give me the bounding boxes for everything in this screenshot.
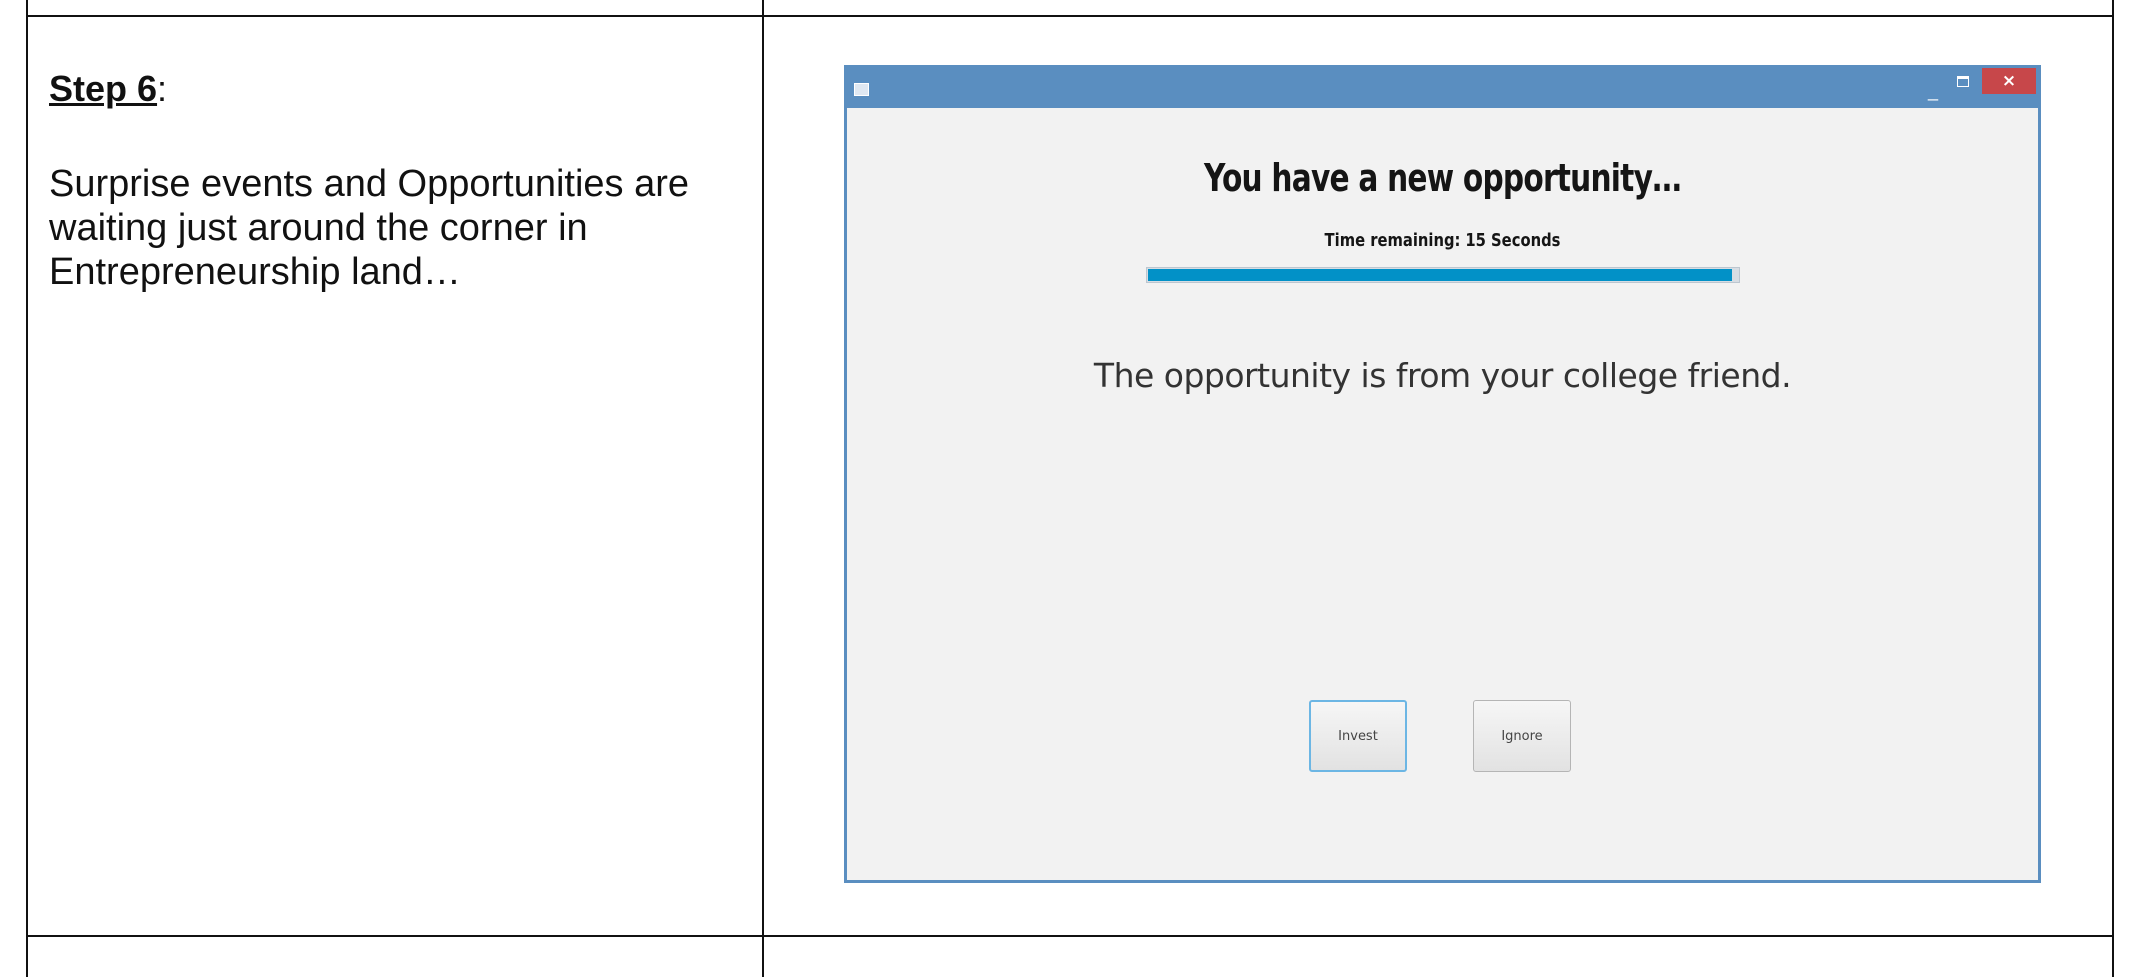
step-description: Surprise events and Opportunities are wa… — [49, 163, 690, 293]
opportunity-window: _ × You have a new opportunity… Time rem… — [844, 65, 2041, 883]
opportunity-message: The opportunity is from your college fri… — [1093, 356, 1792, 395]
time-progress-bar — [1146, 267, 1740, 283]
table-border-right — [2112, 0, 2114, 977]
table-border-middle — [762, 0, 764, 977]
table-border-bottom — [26, 935, 2114, 937]
step-suffix: : — [157, 68, 168, 109]
opportunity-heading: You have a new opportunity… — [1204, 156, 1682, 200]
close-icon[interactable]: × — [1982, 68, 2036, 94]
ignore-button[interactable]: Ignore — [1473, 700, 1571, 772]
table-border-left — [26, 0, 28, 977]
time-progress-fill — [1148, 269, 1733, 281]
window-titlebar[interactable]: _ × — [847, 68, 2038, 108]
maximize-icon[interactable] — [1957, 76, 1969, 87]
minimize-icon[interactable]: _ — [1925, 82, 1941, 100]
step-label: Step 6 — [49, 68, 158, 109]
table-border-top — [26, 15, 2114, 17]
app-icon — [854, 83, 869, 96]
time-remaining: Time remaining: 15 Seconds — [954, 230, 1931, 251]
invest-button[interactable]: Invest — [1309, 700, 1407, 772]
step-title: Step 6: — [49, 68, 167, 110]
timer-label: Time remaining: — [1324, 230, 1461, 251]
timer-value: 15 Seconds — [1465, 230, 1561, 251]
